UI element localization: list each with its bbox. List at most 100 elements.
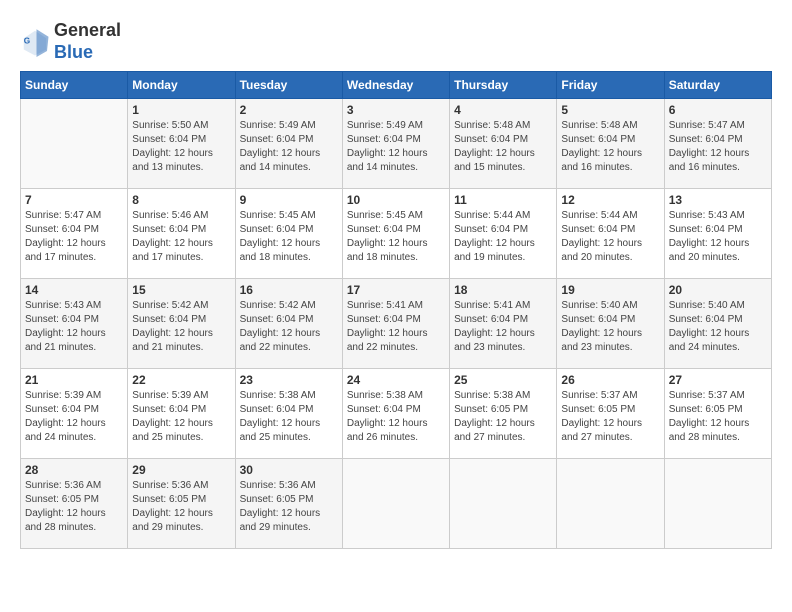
calendar-cell: 1 Sunrise: 5:50 AM Sunset: 6:04 PM Daylig… <box>128 99 235 189</box>
calendar-cell: 8 Sunrise: 5:46 AM Sunset: 6:04 PM Daylig… <box>128 189 235 279</box>
calendar-cell <box>664 459 771 549</box>
calendar-cell: 13 Sunrise: 5:43 AM Sunset: 6:04 PM Dayli… <box>664 189 771 279</box>
day-number: 26 <box>561 373 659 387</box>
calendar-cell <box>21 99 128 189</box>
calendar-cell: 10 Sunrise: 5:45 AM Sunset: 6:04 PM Dayli… <box>342 189 449 279</box>
calendar-cell: 11 Sunrise: 5:44 AM Sunset: 6:04 PM Dayli… <box>450 189 557 279</box>
calendar-cell: 25 Sunrise: 5:38 AM Sunset: 6:05 PM Dayli… <box>450 369 557 459</box>
calendar-cell: 18 Sunrise: 5:41 AM Sunset: 6:04 PM Dayli… <box>450 279 557 369</box>
day-number: 29 <box>132 463 230 477</box>
day-info: Sunrise: 5:47 AM Sunset: 6:04 PM Dayligh… <box>669 119 767 175</box>
header-monday: Monday <box>128 72 235 99</box>
calendar-cell: 29 Sunrise: 5:36 AM Sunset: 6:05 PM Dayli… <box>128 459 235 549</box>
header-saturday: Saturday <box>664 72 771 99</box>
day-number: 7 <box>25 193 123 207</box>
calendar-cell: 27Sunrise: 5:37 AM Sunset: 6:05 PM Dayli… <box>664 369 771 459</box>
day-number: 12 <box>561 193 659 207</box>
day-info: Sunrise: 5:49 AM Sunset: 6:04 PM Dayligh… <box>240 119 338 175</box>
day-info: Sunrise: 5:36 AM Sunset: 6:05 PM Dayligh… <box>240 479 338 535</box>
day-info: Sunrise: 5:41 AM Sunset: 6:04 PM Dayligh… <box>454 299 552 355</box>
calendar-cell <box>557 459 664 549</box>
calendar-cell: 6 Sunrise: 5:47 AM Sunset: 6:04 PM Daylig… <box>664 99 771 189</box>
calendar-table: SundayMondayTuesdayWednesdayThursdayFrid… <box>20 71 772 549</box>
day-info: Sunrise: 5:42 AM Sunset: 6:04 PM Dayligh… <box>132 299 230 355</box>
day-info: Sunrise: 5:41 AM Sunset: 6:04 PM Dayligh… <box>347 299 445 355</box>
day-number: 21 <box>25 373 123 387</box>
calendar-cell: 26 Sunrise: 5:37 AM Sunset: 6:05 PM Dayli… <box>557 369 664 459</box>
day-info: Sunrise: 5:36 AM Sunset: 6:05 PM Dayligh… <box>25 479 123 535</box>
calendar-cell: 23 Sunrise: 5:38 AM Sunset: 6:04 PM Dayli… <box>235 369 342 459</box>
day-info: Sunrise: 5:45 AM Sunset: 6:04 PM Dayligh… <box>347 209 445 265</box>
calendar-cell: 5Sunrise: 5:48 AM Sunset: 6:04 PM Daylig… <box>557 99 664 189</box>
day-number: 15 <box>132 283 230 297</box>
calendar-cell: 14 Sunrise: 5:43 AM Sunset: 6:04 PM Dayli… <box>21 279 128 369</box>
day-number: 8 <box>132 193 230 207</box>
logo: G General Blue <box>20 20 121 63</box>
day-info: Sunrise: 5:39 AM Sunset: 6:04 PM Dayligh… <box>25 389 123 445</box>
day-info: Sunrise: 5:45 AM Sunset: 6:04 PM Dayligh… <box>240 209 338 265</box>
day-info: Sunrise: 5:36 AM Sunset: 6:05 PM Dayligh… <box>132 479 230 535</box>
day-number: 2 <box>240 103 338 117</box>
day-number: 24 <box>347 373 445 387</box>
day-number: 25 <box>454 373 552 387</box>
day-info: Sunrise: 5:43 AM Sunset: 6:04 PM Dayligh… <box>669 209 767 265</box>
week-row-2: 14 Sunrise: 5:43 AM Sunset: 6:04 PM Dayli… <box>21 279 772 369</box>
week-row-0: 1 Sunrise: 5:50 AM Sunset: 6:04 PM Daylig… <box>21 99 772 189</box>
day-number: 13 <box>669 193 767 207</box>
day-info: Sunrise: 5:43 AM Sunset: 6:04 PM Dayligh… <box>25 299 123 355</box>
week-row-1: 7 Sunrise: 5:47 AM Sunset: 6:04 PM Daylig… <box>21 189 772 279</box>
day-number: 19 <box>561 283 659 297</box>
calendar-cell: 15 Sunrise: 5:42 AM Sunset: 6:04 PM Dayli… <box>128 279 235 369</box>
day-number: 20 <box>669 283 767 297</box>
day-number: 11 <box>454 193 552 207</box>
day-number: 16 <box>240 283 338 297</box>
day-info: Sunrise: 5:40 AM Sunset: 6:04 PM Dayligh… <box>561 299 659 355</box>
day-number: 17 <box>347 283 445 297</box>
calendar-cell: 12Sunrise: 5:44 AM Sunset: 6:04 PM Dayli… <box>557 189 664 279</box>
calendar-cell: 19 Sunrise: 5:40 AM Sunset: 6:04 PM Dayli… <box>557 279 664 369</box>
day-number: 18 <box>454 283 552 297</box>
day-number: 3 <box>347 103 445 117</box>
day-info: Sunrise: 5:39 AM Sunset: 6:04 PM Dayligh… <box>132 389 230 445</box>
day-info: Sunrise: 5:37 AM Sunset: 6:05 PM Dayligh… <box>669 389 767 445</box>
calendar-cell: 24 Sunrise: 5:38 AM Sunset: 6:04 PM Dayli… <box>342 369 449 459</box>
calendar-cell: 17 Sunrise: 5:41 AM Sunset: 6:04 PM Dayli… <box>342 279 449 369</box>
calendar-cell: 22 Sunrise: 5:39 AM Sunset: 6:04 PM Dayli… <box>128 369 235 459</box>
header-thursday: Thursday <box>450 72 557 99</box>
week-row-4: 28Sunrise: 5:36 AM Sunset: 6:05 PM Dayli… <box>21 459 772 549</box>
day-info: Sunrise: 5:46 AM Sunset: 6:04 PM Dayligh… <box>132 209 230 265</box>
day-info: Sunrise: 5:44 AM Sunset: 6:04 PM Dayligh… <box>454 209 552 265</box>
day-number: 6 <box>669 103 767 117</box>
calendar-cell: 30 Sunrise: 5:36 AM Sunset: 6:05 PM Dayli… <box>235 459 342 549</box>
page-header: G General Blue <box>20 20 772 63</box>
day-info: Sunrise: 5:38 AM Sunset: 6:04 PM Dayligh… <box>240 389 338 445</box>
day-number: 14 <box>25 283 123 297</box>
day-number: 23 <box>240 373 338 387</box>
day-info: Sunrise: 5:49 AM Sunset: 6:04 PM Dayligh… <box>347 119 445 175</box>
day-number: 22 <box>132 373 230 387</box>
calendar-cell: 7 Sunrise: 5:47 AM Sunset: 6:04 PM Daylig… <box>21 189 128 279</box>
day-info: Sunrise: 5:47 AM Sunset: 6:04 PM Dayligh… <box>25 209 123 265</box>
day-number: 5 <box>561 103 659 117</box>
day-info: Sunrise: 5:38 AM Sunset: 6:04 PM Dayligh… <box>347 389 445 445</box>
header-wednesday: Wednesday <box>342 72 449 99</box>
header-friday: Friday <box>557 72 664 99</box>
calendar-cell: 28Sunrise: 5:36 AM Sunset: 6:05 PM Dayli… <box>21 459 128 549</box>
calendar-header-row: SundayMondayTuesdayWednesdayThursdayFrid… <box>21 72 772 99</box>
calendar-cell: 9 Sunrise: 5:45 AM Sunset: 6:04 PM Daylig… <box>235 189 342 279</box>
calendar-cell: 4 Sunrise: 5:48 AM Sunset: 6:04 PM Daylig… <box>450 99 557 189</box>
calendar-cell <box>342 459 449 549</box>
day-number: 4 <box>454 103 552 117</box>
day-info: Sunrise: 5:40 AM Sunset: 6:04 PM Dayligh… <box>669 299 767 355</box>
day-number: 30 <box>240 463 338 477</box>
day-info: Sunrise: 5:50 AM Sunset: 6:04 PM Dayligh… <box>132 119 230 175</box>
calendar-cell: 2 Sunrise: 5:49 AM Sunset: 6:04 PM Daylig… <box>235 99 342 189</box>
day-info: Sunrise: 5:38 AM Sunset: 6:05 PM Dayligh… <box>454 389 552 445</box>
day-number: 10 <box>347 193 445 207</box>
svg-text:G: G <box>24 36 30 45</box>
day-number: 1 <box>132 103 230 117</box>
day-info: Sunrise: 5:37 AM Sunset: 6:05 PM Dayligh… <box>561 389 659 445</box>
day-info: Sunrise: 5:48 AM Sunset: 6:04 PM Dayligh… <box>454 119 552 175</box>
header-sunday: Sunday <box>21 72 128 99</box>
day-number: 9 <box>240 193 338 207</box>
